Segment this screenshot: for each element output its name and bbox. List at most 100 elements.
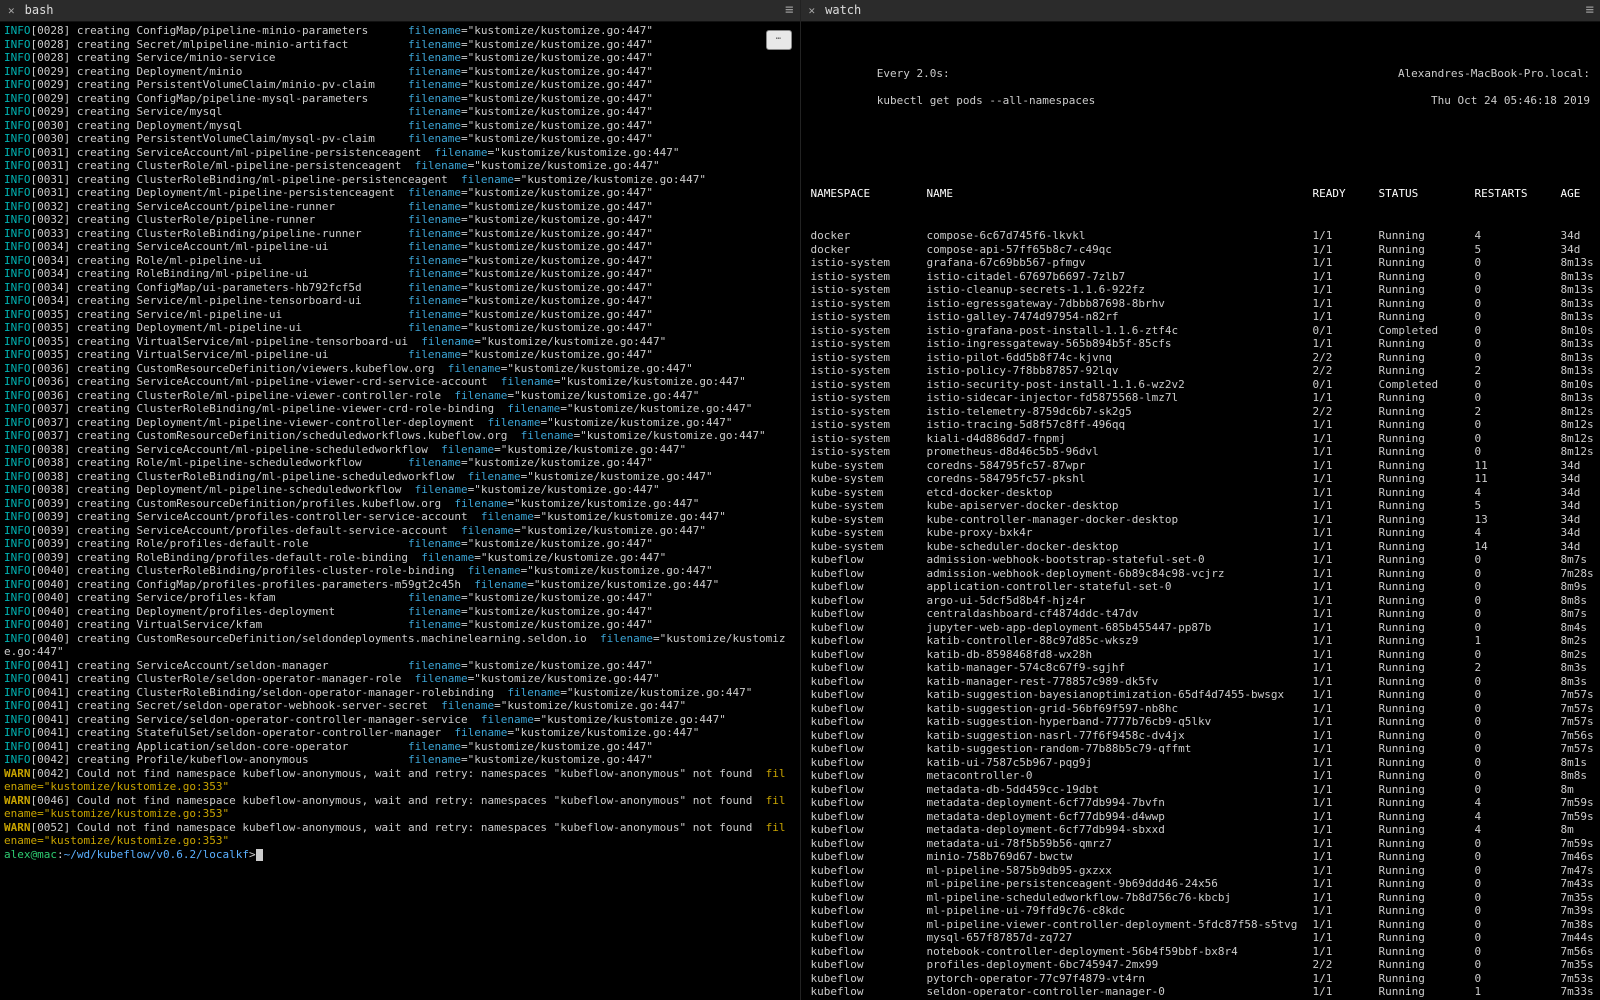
menu-icon[interactable]: ≡	[785, 4, 791, 18]
log-line: INFO[0031] creating ClusterRoleBinding/m…	[4, 173, 796, 187]
cell: kubeflow	[811, 945, 921, 959]
cell: 1/1	[1313, 904, 1373, 918]
cell: istio-system	[811, 310, 921, 324]
cell: 1/1	[1313, 459, 1373, 473]
cell: 0	[1475, 283, 1555, 297]
cell: Running	[1379, 337, 1469, 351]
cell: 1/1	[1313, 810, 1373, 824]
cell: 1/1	[1313, 823, 1373, 837]
log-line: INFO[0041] creating Secret/seldon-operat…	[4, 699, 796, 713]
cell: 8m1s	[1561, 756, 1600, 770]
cell: Running	[1379, 567, 1469, 581]
log-line: INFO[0038] creating Role/ml-pipeline-sch…	[4, 456, 796, 470]
table-row: istio-systemistio-ingressgateway-565b894…	[811, 337, 1591, 351]
log-line: INFO[0041] creating StatefulSet/seldon-o…	[4, 726, 796, 740]
cell: docker	[811, 229, 921, 243]
cell: kubeflow	[811, 675, 921, 689]
cell: 8m	[1561, 783, 1600, 797]
cell: Running	[1379, 540, 1469, 554]
table-row: kubeflowkatib-suggestion-bayesianoptimiz…	[811, 688, 1591, 702]
cell: 2	[1475, 405, 1555, 419]
cell: 8m	[1561, 823, 1600, 837]
cell: kubeflow	[811, 567, 921, 581]
menu-icon[interactable]: ≡	[1586, 4, 1592, 18]
close-icon[interactable]: ✕	[809, 4, 816, 18]
cell: 8m13s	[1561, 297, 1600, 311]
cell: istio-sidecar-injector-fd5875568-lmz7l	[927, 391, 1307, 405]
cell: Running	[1379, 297, 1469, 311]
tab-title-watch[interactable]: watch	[825, 4, 861, 18]
cell: Running	[1379, 310, 1469, 324]
cell: Running	[1379, 688, 1469, 702]
tab-title-bash[interactable]: bash	[25, 4, 54, 18]
log-line: INFO[0037] creating Deployment/ml-pipeli…	[4, 416, 796, 430]
cell: 8m12s	[1561, 432, 1600, 446]
cell: coredns-584795fc57-87wpr	[927, 459, 1307, 473]
cell: 34d	[1561, 472, 1600, 486]
cell: argo-ui-5dcf5d8b4f-hjz4r	[927, 594, 1307, 608]
cell: kubeflow	[811, 553, 921, 567]
cell: 8m7s	[1561, 607, 1600, 621]
table-row: kubeflowkatib-manager-rest-778857c989-dk…	[811, 675, 1591, 689]
cell: kubeflow	[811, 648, 921, 662]
terminal-left[interactable]: INFO[0028] creating ConfigMap/pipeline-m…	[0, 22, 800, 1000]
cell: Running	[1379, 850, 1469, 864]
cell: 1/1	[1313, 499, 1373, 513]
log-line: INFO[0039] creating CustomResourceDefini…	[4, 497, 796, 511]
cell: Running	[1379, 783, 1469, 797]
log-line: INFO[0041] creating ClusterRole/seldon-o…	[4, 672, 796, 686]
watch-command: kubectl get pods --all-namespaces	[877, 94, 1096, 107]
cell: 0	[1475, 297, 1555, 311]
cell: Running	[1379, 661, 1469, 675]
log-line-wrap: ename="kustomize/kustomize.go:353"	[4, 807, 796, 821]
cell: 7m46s	[1561, 850, 1600, 864]
cell: Running	[1379, 756, 1469, 770]
watch-header: Every 2.0s: kubectl get pods --all-names…	[805, 51, 1597, 123]
cell: compose-api-57ff65b8c7-c49qc	[927, 243, 1307, 257]
cell: Running	[1379, 391, 1469, 405]
cell: 0	[1475, 432, 1555, 446]
cell: kubeflow	[811, 864, 921, 878]
cell: istio-system	[811, 270, 921, 284]
cell: 5	[1475, 243, 1555, 257]
cell: 0	[1475, 729, 1555, 743]
log-line: WARN[0042] Could not find namespace kube…	[4, 767, 796, 781]
log-line: INFO[0028] creating ConfigMap/pipeline-m…	[4, 24, 796, 38]
terminal-right[interactable]: Every 2.0s: kubectl get pods --all-names…	[801, 22, 1600, 1000]
cell: 0	[1475, 567, 1555, 581]
cell: 1/1	[1313, 796, 1373, 810]
cell: 1/1	[1313, 783, 1373, 797]
cell: istio-system	[811, 297, 921, 311]
cell: Running	[1379, 904, 1469, 918]
table-row: kube-systemkube-controller-manager-docke…	[811, 513, 1591, 527]
table-row: kubeflowml-pipeline-viewer-controller-de…	[811, 918, 1591, 932]
cell: katib-controller-88c97d85c-wksz9	[927, 634, 1307, 648]
table-row: kubeflownotebook-controller-deployment-5…	[811, 945, 1591, 959]
cell: 7m57s	[1561, 715, 1600, 729]
table-row: kubeflowml-pipeline-persistenceagent-9b6…	[811, 877, 1591, 891]
cell: 34d	[1561, 486, 1600, 500]
cell: istio-cleanup-secrets-1.1.6-922fz	[927, 283, 1307, 297]
watch-host: Alexandres-MacBook-Pro.local:	[1398, 67, 1590, 80]
table-row: kubeflowml-pipeline-ui-79ffd9c76-c8kdc1/…	[811, 904, 1591, 918]
table-row: kubeflowkatib-suggestion-hyperband-7777b…	[811, 715, 1591, 729]
cell: metadata-deployment-6cf77db994-d4wwp	[927, 810, 1307, 824]
cell: istio-tracing-5d8f57c8ff-496qq	[927, 418, 1307, 432]
cell: Running	[1379, 742, 1469, 756]
cell: Running	[1379, 945, 1469, 959]
log-line: INFO[0028] creating Secret/mlpipeline-mi…	[4, 38, 796, 52]
cell: 7m57s	[1561, 742, 1600, 756]
log-line: INFO[0033] creating ClusterRoleBinding/p…	[4, 227, 796, 241]
cell: 1/1	[1313, 445, 1373, 459]
close-icon[interactable]: ✕	[8, 4, 15, 18]
table-row: istio-systemistio-telemetry-8759dc6b7-sk…	[811, 405, 1591, 419]
prompt-line[interactable]: alex@mac:~/wd/kubeflow/v0.6.2/localkf>	[4, 848, 796, 862]
cell: Running	[1379, 796, 1469, 810]
log-line: INFO[0029] creating ConfigMap/pipeline-m…	[4, 92, 796, 106]
cell: istio-system	[811, 391, 921, 405]
cell: 1/1	[1313, 742, 1373, 756]
cell: 7m43s	[1561, 877, 1600, 891]
cell: kube-system	[811, 459, 921, 473]
table-row: kube-systemkube-scheduler-docker-desktop…	[811, 540, 1591, 554]
cell: docker	[811, 243, 921, 257]
